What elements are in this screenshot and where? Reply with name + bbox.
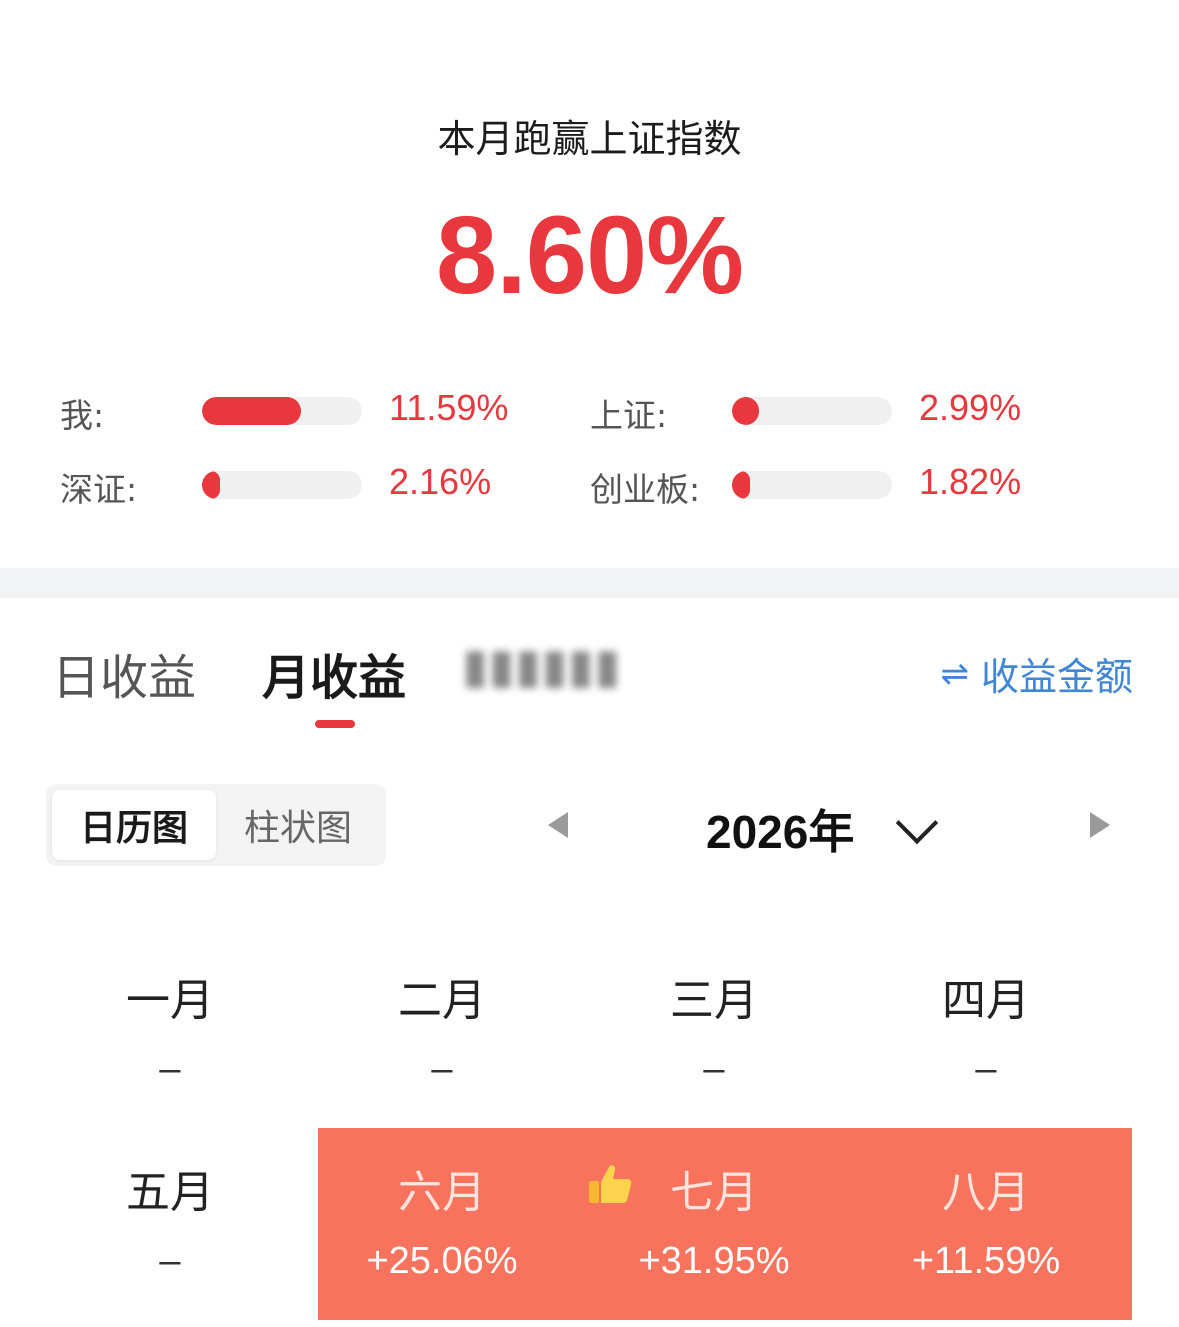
month-cell[interactable]: 五月 – [34,1132,306,1324]
comparison-value: 2.99% [919,387,1022,428]
comparison-row: 我: 11.59% 上证: 2.99% [0,383,1179,435]
month-return: +11.59% [911,1240,1061,1282]
summary-title: 本月跑赢上证指数 [437,117,742,161]
year-selector[interactable]: 2026年 [706,796,854,862]
progress-track [202,397,362,425]
month-return: – [159,1048,181,1090]
comparison-shenzhen: 深证: 2.16% [60,457,590,509]
month-cell[interactable]: 四月 – [850,940,1122,1132]
month-name: 七月 [670,1167,758,1218]
month-return: +31.95% [638,1240,790,1282]
progress-fill [732,397,760,425]
month-return: – [159,1240,181,1282]
comparison-value: 11.59% [389,387,509,428]
month-cell[interactable]: 八月 +11.59% [850,1132,1122,1324]
comparison-me: 我: 11.59% [60,383,590,435]
year-navigator: 2026年 [540,790,1120,862]
tab-monthly-earnings[interactable]: 月收益 [262,638,406,708]
bar-chart-view-button[interactable]: 柱状图 [216,790,380,860]
progress-track [732,397,892,425]
comparison-label: 创业板: [590,470,701,509]
month-cell[interactable]: 一月 – [34,940,306,1132]
comparison-row: 深证: 2.16% 创业板: 1.82% [0,457,1179,509]
month-name: 六月 [398,1167,486,1218]
comparison-label: 深证: [60,470,138,509]
calendar-view-button[interactable]: 日历图 [52,790,216,860]
month-name: 八月 [942,1167,1030,1218]
progress-track [202,471,362,499]
month-return: – [431,1048,453,1090]
comparison-label: 上证: [590,396,668,435]
month-name: 三月 [670,975,758,1026]
month-name: 五月 [126,1167,214,1218]
comparison-value: 2.16% [389,461,492,502]
month-cell-best[interactable]: 七月 +31.95% [578,1132,850,1324]
swap-icon: ⇌ [940,653,969,694]
view-toggle: 日历图 柱状图 [46,784,386,866]
tab-daily-earnings[interactable]: 日收益 [52,638,196,708]
month-name: 一月 [126,975,214,1026]
active-tab-indicator [315,720,355,728]
month-name: 二月 [398,975,486,1026]
month-return: – [975,1048,997,1090]
month-cell[interactable]: 二月 – [306,940,578,1132]
amount-toggle-label: 收益金额 [980,655,1133,699]
progress-fill [202,397,302,425]
caret-right-icon[interactable] [1090,812,1110,838]
month-cell[interactable]: 六月 +25.06% [306,1132,578,1324]
progress-fill [732,471,750,499]
earnings-tabs: 日收益 月收益 ▮▮▮▮▮▮ ⇌ 收益金额 [0,632,1179,732]
tab-obscured[interactable]: ▮▮▮▮▮▮ [462,638,722,696]
month-cell[interactable]: 三月 – [578,940,850,1132]
comparison-value: 1.82% [919,461,1022,502]
month-return: – [703,1048,725,1090]
progress-fill [202,471,220,499]
month-name: 四月 [942,975,1030,1026]
comparison-chinext: 创业板: 1.82% [590,457,1120,509]
progress-track [732,471,892,499]
caret-left-icon[interactable] [548,812,568,838]
amount-toggle-button[interactable]: ⇌ 收益金额 [940,646,1133,701]
chevron-down-icon[interactable] [895,801,939,845]
month-return: +25.06% [366,1240,518,1282]
outperform-value: 8.60% [436,194,744,317]
comparison-label: 我: [60,396,105,435]
comparison-shanghai: 上证: 2.99% [590,383,1120,435]
section-divider [0,568,1179,598]
